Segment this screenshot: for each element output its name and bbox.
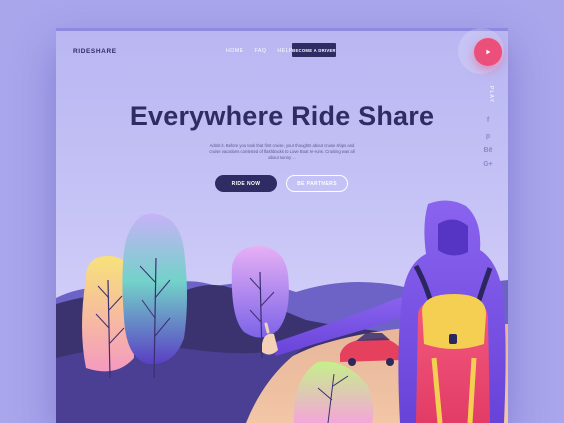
- facebook-icon[interactable]: f: [482, 117, 494, 124]
- hero-illustration: [56, 200, 508, 423]
- play-icon: [486, 49, 491, 55]
- pinterest-icon[interactable]: p: [482, 133, 494, 140]
- main-nav: HOME FAQ HELP: [226, 48, 302, 54]
- hero-description: Admit it. Before you took that first cru…: [209, 143, 355, 160]
- nav-item-home[interactable]: HOME: [226, 48, 244, 54]
- behance-icon[interactable]: Bē: [482, 147, 494, 154]
- hero-title: Everywhere Ride Share: [129, 101, 435, 131]
- be-partners-button[interactable]: BE PARTNERS: [286, 175, 348, 192]
- brand-logo[interactable]: RIDESHARE: [73, 48, 117, 55]
- play-button[interactable]: [474, 38, 502, 66]
- play-label: PLAY: [488, 86, 494, 104]
- google-plus-icon[interactable]: G+: [482, 161, 494, 168]
- nav-item-help[interactable]: HELP: [277, 48, 293, 54]
- become-driver-button[interactable]: BECOME A DRIVER: [292, 43, 336, 57]
- landing-page-frame: RIDESHARE HOME FAQ HELP BECOME A DRIVER …: [56, 28, 508, 423]
- ride-now-button[interactable]: RIDE NOW: [215, 175, 277, 192]
- nav-item-faq[interactable]: FAQ: [255, 48, 267, 54]
- hitchhiker: [398, 200, 506, 423]
